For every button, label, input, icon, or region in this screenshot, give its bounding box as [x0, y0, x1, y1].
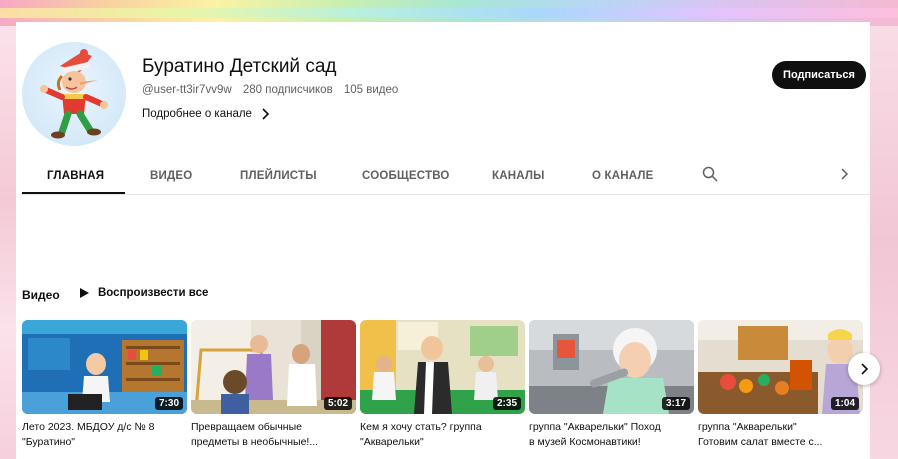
video-title-line: Превращаем обычные — [191, 421, 302, 433]
video-card[interactable]: 5:02 Превращаем обычные предметы в необы… — [191, 320, 356, 450]
active-tab-indicator — [22, 192, 125, 194]
subscriber-count: 280 подписчиков — [242, 84, 333, 96]
subscribe-button[interactable]: Подписаться — [772, 61, 866, 89]
channel-title: Буратино Детский сад — [142, 56, 337, 77]
section-title: Видео — [22, 288, 60, 302]
tab-videos[interactable]: ВИДЕО — [150, 170, 192, 182]
channel-handle: @user-tt3ir7vv9w — [142, 84, 232, 96]
play-all-label: Воспроизвести все — [98, 287, 209, 299]
video-card[interactable]: 1:04 группа "Акварельки" Готовим салат в… — [698, 320, 863, 450]
video-title[interactable]: группа "Акварельки" Поход в музей Космон… — [529, 420, 694, 450]
video-duration: 3:17 — [661, 397, 690, 410]
search-icon[interactable] — [702, 166, 718, 187]
play-icon — [80, 288, 89, 298]
video-thumbnail[interactable]: 2:35 — [360, 320, 525, 414]
video-duration: 5:02 — [323, 397, 352, 410]
video-title-line: Готовим салат вместе с... — [698, 436, 823, 448]
pinocchio-avatar-image — [40, 49, 108, 139]
channel-meta: @user-tt3ir7vv9w 280 подписчиков 105 вид… — [142, 84, 398, 96]
tab-about[interactable]: О КАНАЛЕ — [592, 170, 654, 182]
video-title-line: группа "Акварельки" — [698, 421, 797, 433]
tab-community[interactable]: СООБЩЕСТВО — [362, 170, 450, 182]
video-title-line: "Буратино" — [22, 436, 76, 448]
chevron-right-icon[interactable] — [838, 166, 850, 187]
play-all-button[interactable]: Воспроизвести все — [78, 287, 208, 299]
video-title-line: Кем я хочу стать? группа — [360, 421, 482, 433]
tab-channels[interactable]: КАНАЛЫ — [492, 170, 545, 182]
channel-details-link[interactable]: Подробнее о канале — [142, 108, 270, 120]
video-thumbnail[interactable]: 3:17 — [529, 320, 694, 414]
channel-page: Буратино Детский сад @user-tt3ir7vv9w 28… — [16, 22, 880, 459]
video-title-line: "Акварельки" — [360, 436, 424, 448]
video-card[interactable]: 3:17 группа "Акварельки" Поход в музей К… — [529, 320, 694, 450]
chevron-right-icon — [262, 108, 270, 120]
channel-avatar[interactable] — [22, 42, 126, 146]
video-title[interactable]: группа "Акварельки" Готовим салат вместе… — [698, 420, 863, 450]
video-duration: 1:04 — [830, 397, 859, 410]
video-thumbnail[interactable]: 7:30 — [22, 320, 187, 414]
video-title-line: в музей Космонавтики! — [529, 436, 641, 448]
video-card[interactable]: 7:30 Лето 2023. МБДОУ д/с № 8 "Буратино" — [22, 320, 187, 450]
tab-home[interactable]: ГЛАВНАЯ — [47, 170, 104, 182]
video-thumbnail[interactable]: 5:02 — [191, 320, 356, 414]
channel-tabs: ГЛАВНАЯ ВИДЕО ПЛЕЙЛИСТЫ СООБЩЕСТВО КАНАЛ… — [22, 162, 870, 195]
video-card[interactable]: 2:35 Кем я хочу стать? группа "Акварельк… — [360, 320, 525, 450]
video-title[interactable]: Превращаем обычные предметы в необычные!… — [191, 420, 356, 450]
carousel-next-button[interactable] — [848, 353, 880, 385]
decorative-left-border — [0, 26, 16, 459]
tab-playlists[interactable]: ПЛЕЙЛИСТЫ — [240, 170, 317, 182]
video-title-line: Лето 2023. МБДОУ д/с № 8 — [22, 421, 155, 433]
decorative-right-border — [868, 26, 898, 459]
video-count: 105 видео — [343, 84, 399, 96]
video-title-line: группа "Акварельки" Поход — [529, 421, 661, 433]
video-title[interactable]: Лето 2023. МБДОУ д/с № 8 "Буратино" — [22, 420, 187, 450]
chevron-right-icon — [861, 363, 869, 375]
channel-details-label: Подробнее о канале — [142, 108, 252, 120]
video-title[interactable]: Кем я хочу стать? группа "Акварельки" — [360, 420, 525, 450]
video-thumbnail[interactable]: 1:04 — [698, 320, 863, 414]
video-duration: 2:35 — [492, 397, 521, 410]
video-duration: 7:30 — [154, 397, 183, 410]
video-title-line: предметы в необычные!... — [191, 436, 319, 448]
